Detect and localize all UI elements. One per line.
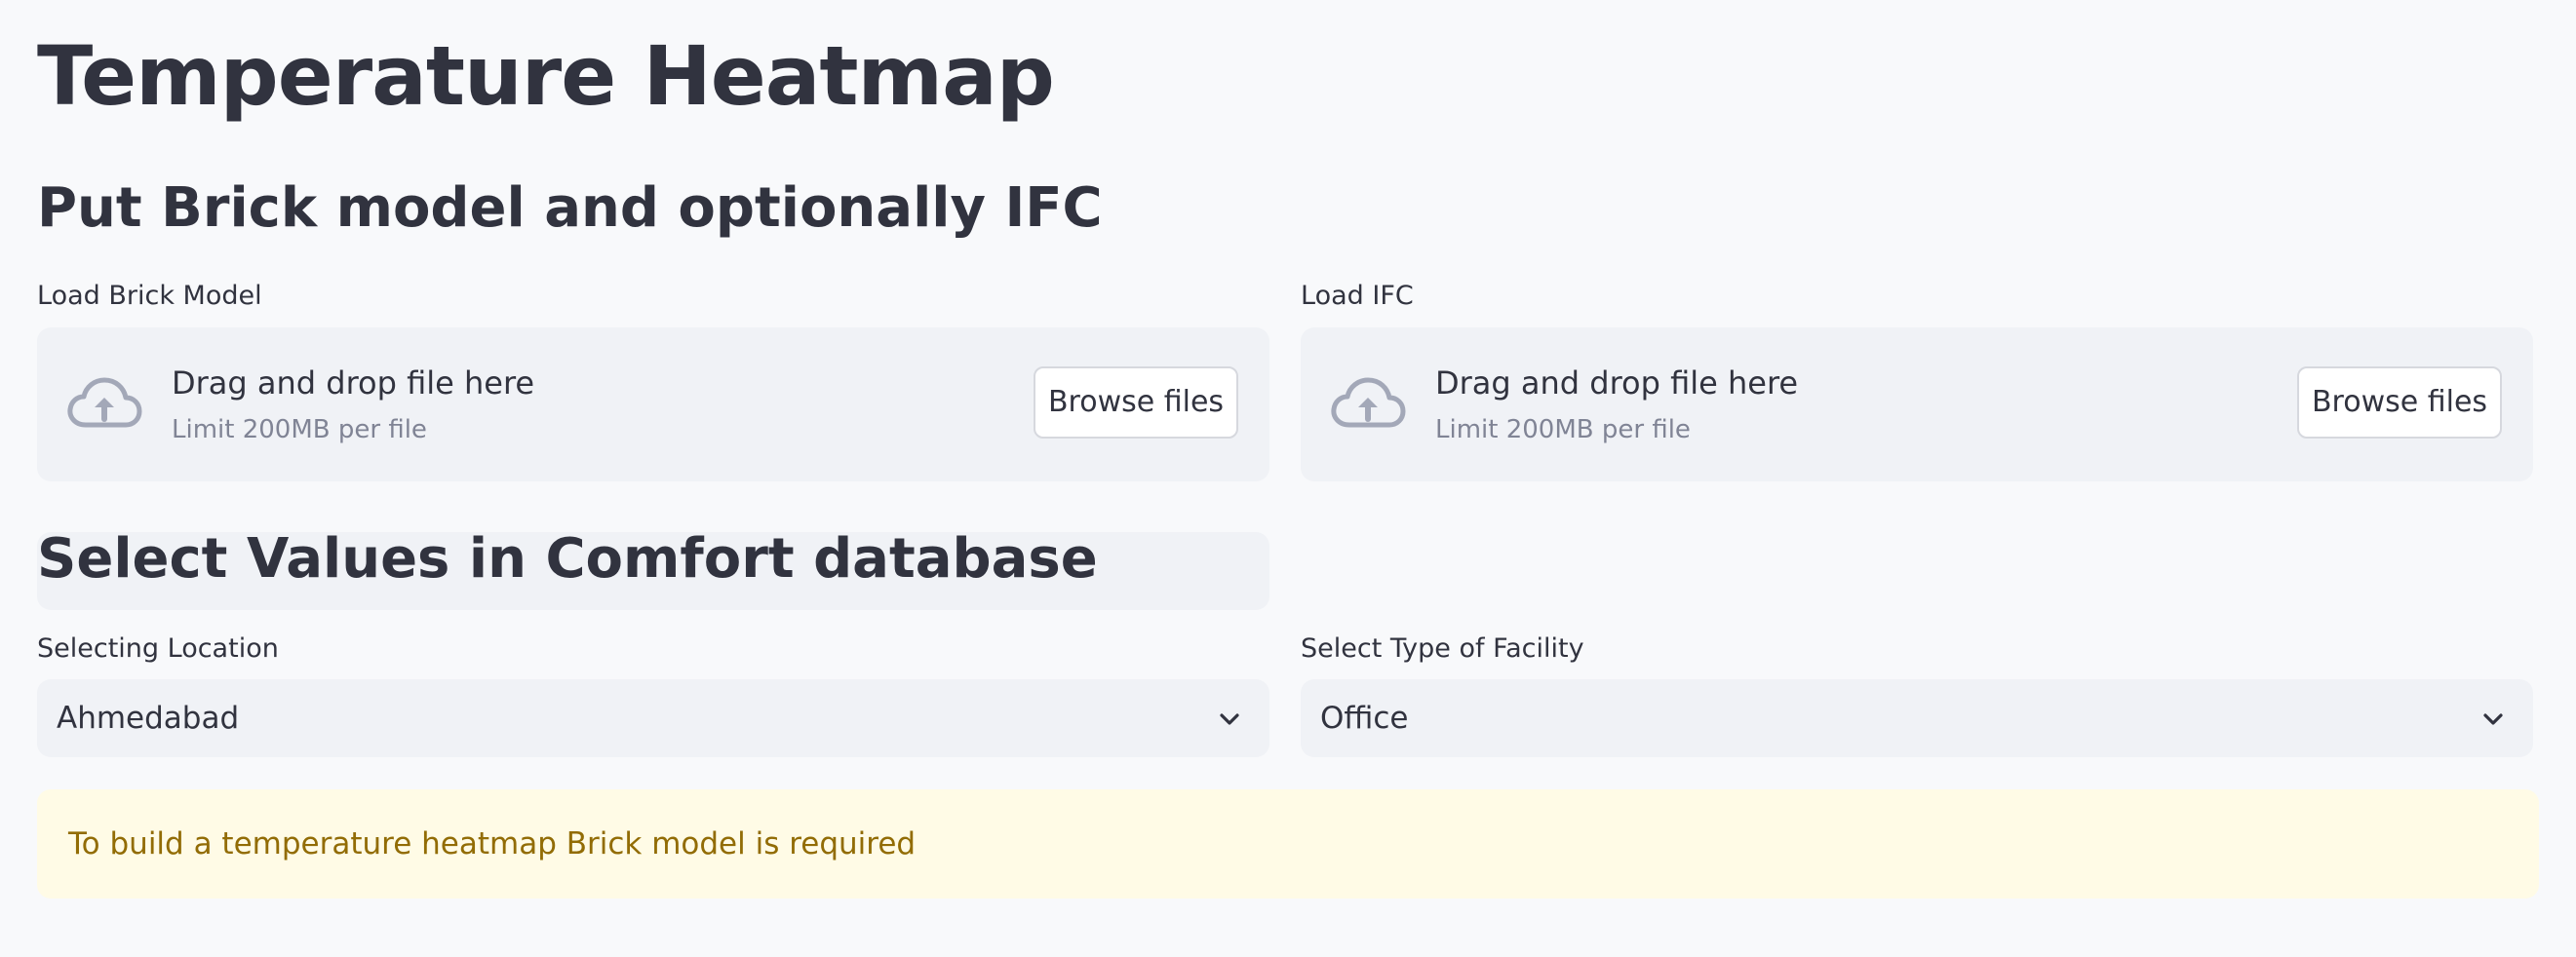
chevron-down-icon[interactable] <box>2480 707 2506 732</box>
upload-section-heading: Put Brick model and optionally IFC <box>37 176 1103 240</box>
location-select-label: Selecting Location <box>37 633 279 664</box>
ifc-drag-drop-text: Drag and drop file here <box>1435 364 1799 402</box>
warning-alert: To build a temperature heatmap Brick mod… <box>37 789 2539 899</box>
select-section-heading: Select Values in Comfort database <box>37 532 1269 610</box>
facility-select[interactable]: Office <box>1301 679 2533 757</box>
cloud-upload-icon <box>1331 377 1406 428</box>
location-select-value: Ahmedabad <box>57 701 240 736</box>
warning-alert-message: To build a temperature heatmap Brick mod… <box>68 826 917 861</box>
ifc-uploader-label: Load IFC <box>1301 281 1414 311</box>
cloud-upload-icon <box>67 377 142 428</box>
chevron-down-icon[interactable] <box>1217 707 1242 732</box>
brick-uploader-label: Load Brick Model <box>37 281 262 311</box>
ifc-browse-files-button[interactable]: Browse files <box>2297 366 2502 439</box>
facility-select-value: Office <box>1320 701 1409 736</box>
facility-select-label: Select Type of Facility <box>1301 633 1584 664</box>
brick-drag-drop-text: Drag and drop file here <box>172 364 535 402</box>
brick-file-dropzone[interactable]: Drag and drop file here Limit 200MB per … <box>37 327 1269 481</box>
ifc-size-limit-text: Limit 200MB per file <box>1435 415 1691 444</box>
location-select[interactable]: Ahmedabad <box>37 679 1269 757</box>
ifc-file-dropzone[interactable]: Drag and drop file here Limit 200MB per … <box>1301 327 2533 481</box>
brick-size-limit-text: Limit 200MB per file <box>172 415 427 444</box>
page: Temperature Heatmap Put Brick model and … <box>0 0 2576 957</box>
page-title: Temperature Heatmap <box>37 28 1055 124</box>
brick-browse-files-button[interactable]: Browse files <box>1034 366 1238 439</box>
